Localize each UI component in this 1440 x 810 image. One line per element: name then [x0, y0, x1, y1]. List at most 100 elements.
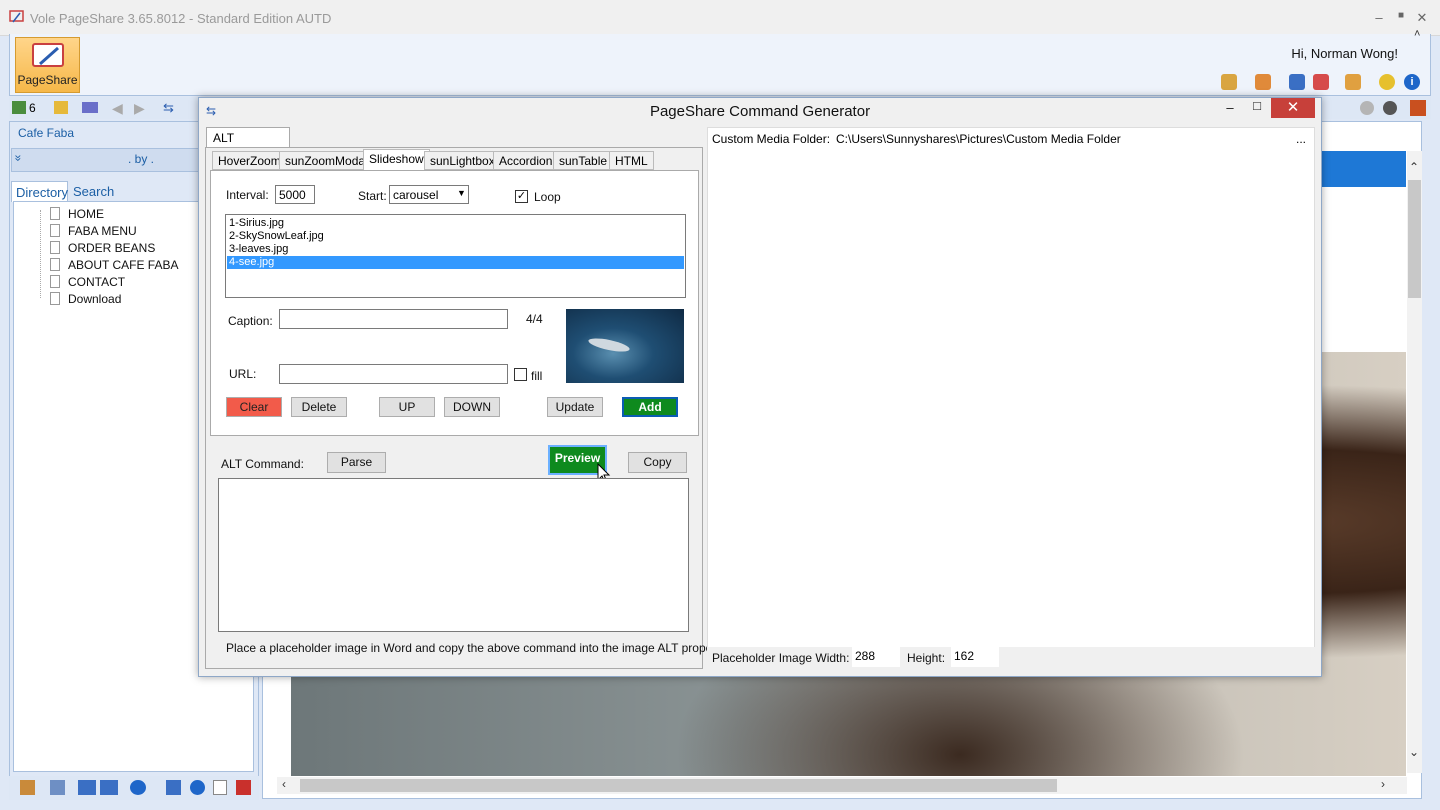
- page-icon: [50, 275, 60, 288]
- new-page-icon[interactable]: [213, 780, 227, 795]
- windows-icon[interactable]: [1289, 74, 1305, 90]
- page-icon: [50, 224, 60, 237]
- start-label: Start:: [358, 189, 387, 203]
- tree-connector: [40, 210, 41, 298]
- tab-suntable[interactable]: sunTable: [553, 151, 614, 170]
- tab-alt-command[interactable]: ALT Command: [206, 127, 290, 159]
- scroll-right-icon[interactable]: ›: [1381, 777, 1385, 791]
- doc-icon[interactable]: [100, 780, 118, 795]
- tab-html[interactable]: HTML: [609, 151, 654, 170]
- media-preview-panel: [707, 127, 1315, 669]
- maximize-button[interactable]: ■: [1393, 10, 1409, 26]
- dialog-maximize-button[interactable]: □: [1249, 98, 1265, 113]
- site-name: Cafe Faba: [18, 126, 75, 140]
- clear-button[interactable]: Clear: [226, 397, 282, 417]
- tree-item-home[interactable]: HOME: [68, 207, 104, 221]
- placeholder-height-input[interactable]: 162: [951, 647, 999, 667]
- vertical-scroll-thumb[interactable]: [1408, 180, 1421, 298]
- browse-button[interactable]: ...: [1296, 132, 1306, 146]
- add-button[interactable]: Add: [622, 397, 678, 417]
- list-item[interactable]: 2-SkySnowLeaf.jpg: [227, 230, 684, 243]
- tab-search[interactable]: Search: [69, 181, 129, 201]
- parse-button[interactable]: Parse: [327, 452, 386, 473]
- slide-counter: 4/4: [526, 312, 543, 326]
- loop-label: Loop: [534, 190, 561, 204]
- pageshare-label: PageShare: [17, 73, 78, 87]
- tree-item-about[interactable]: ABOUT CAFE FABA: [68, 258, 178, 272]
- home-icon[interactable]: [20, 780, 35, 795]
- url-label: URL:: [229, 367, 257, 381]
- list-item[interactable]: 1-Sirius.jpg: [227, 217, 684, 230]
- placeholder-height-label: Height:: [907, 651, 946, 665]
- nav-forward-icon[interactable]: [1383, 101, 1397, 115]
- expand-chevron-icon[interactable]: »: [11, 155, 25, 162]
- scroll-down-icon[interactable]: ⌄: [1409, 745, 1419, 759]
- delete-button[interactable]: Delete: [291, 397, 347, 417]
- tab-hoverzoom[interactable]: HoverZoom: [212, 151, 287, 170]
- app-icon: [9, 9, 25, 25]
- hint-text: Place a placeholder image in Word and co…: [226, 641, 729, 655]
- fill-label: fill: [531, 369, 543, 383]
- info-icon[interactable]: i: [1404, 74, 1420, 90]
- powerpoint-icon[interactable]: [1410, 100, 1426, 116]
- alt-command-label: ALT Command:: [221, 457, 304, 471]
- scroll-left-icon[interactable]: ‹: [282, 777, 286, 791]
- custom-media-path: C:\Users\Sunnyshares\Pictures\Custom Med…: [836, 132, 1121, 146]
- palette-icon[interactable]: [1221, 74, 1237, 90]
- down-button[interactable]: DOWN: [444, 397, 500, 417]
- wand-icon[interactable]: [1345, 74, 1361, 90]
- nav-back-icon[interactable]: [1360, 101, 1374, 115]
- tree-item-order-beans[interactable]: ORDER BEANS: [68, 241, 155, 255]
- list-item-selected[interactable]: 4-see.jpg: [227, 256, 684, 269]
- dialog-minimize-button[interactable]: –: [1222, 100, 1238, 115]
- edit-icon[interactable]: [50, 780, 65, 795]
- loop-checkbox[interactable]: ✓: [515, 190, 528, 203]
- pdf-icon[interactable]: [1313, 74, 1329, 90]
- tab-sunzoommodal[interactable]: sunZoomModal: [279, 151, 374, 170]
- up-button[interactable]: UP: [379, 397, 435, 417]
- scroll-up-icon[interactable]: ⌃: [1409, 160, 1419, 174]
- back-arrow-icon[interactable]: ◀: [112, 100, 123, 117]
- tab-slideshow[interactable]: Slideshow: [363, 149, 430, 170]
- byline: . by .: [128, 152, 155, 166]
- placeholder-width-input[interactable]: 288: [852, 647, 900, 667]
- page-icon: [50, 241, 60, 254]
- tab-accordion[interactable]: Accordion: [493, 151, 559, 170]
- tree-item-download[interactable]: Download: [68, 292, 121, 306]
- minimize-button[interactable]: –: [1371, 10, 1387, 26]
- save-icon[interactable]: [54, 101, 68, 114]
- fill-checkbox[interactable]: [514, 368, 527, 381]
- horizontal-scroll-thumb[interactable]: [300, 779, 1057, 792]
- layers-icon[interactable]: [82, 102, 98, 113]
- ribbon-collapse-button[interactable]: ˄: [1414, 28, 1420, 40]
- tab-directory[interactable]: Directory: [11, 181, 68, 202]
- alt-command-textarea[interactable]: [218, 478, 689, 632]
- placeholder-width-label: Placeholder Image Width:: [712, 651, 850, 665]
- caption-input[interactable]: [279, 309, 508, 329]
- url-input[interactable]: [279, 364, 508, 384]
- start-select[interactable]: carousel ▼: [389, 185, 469, 204]
- link-icon[interactable]: ⇆: [163, 100, 174, 116]
- interval-input[interactable]: 5000: [275, 185, 315, 204]
- page-icon: [50, 258, 60, 271]
- tree-item-faba-menu[interactable]: FABA MENU: [68, 224, 137, 238]
- list-item[interactable]: 3-leaves.jpg: [227, 243, 684, 256]
- forward-arrow-icon[interactable]: ▶: [134, 100, 145, 117]
- tab-sunlightbox[interactable]: sunLightbox: [424, 151, 501, 170]
- text-icon[interactable]: [236, 780, 251, 795]
- timer-icon[interactable]: [1379, 74, 1395, 90]
- tools-icon[interactable]: [1255, 74, 1271, 90]
- update-button[interactable]: Update: [547, 397, 603, 417]
- refresh-icon[interactable]: [190, 780, 205, 795]
- copy-button[interactable]: Copy: [628, 452, 687, 473]
- user-greeting: Hi, Norman Wong!: [1291, 46, 1398, 61]
- vmc-icon[interactable]: [78, 780, 96, 795]
- close-button[interactable]: ✕: [1414, 10, 1430, 26]
- site-header-bar: [1322, 151, 1406, 187]
- checklist-icon[interactable]: [166, 780, 181, 795]
- tree-item-contact[interactable]: CONTACT: [68, 275, 125, 289]
- preview-eye-icon[interactable]: [130, 780, 146, 795]
- dialog-close-button[interactable]: ✕: [1271, 98, 1315, 118]
- pageshare-icon: [32, 43, 64, 67]
- sitemap-icon[interactable]: [12, 101, 26, 114]
